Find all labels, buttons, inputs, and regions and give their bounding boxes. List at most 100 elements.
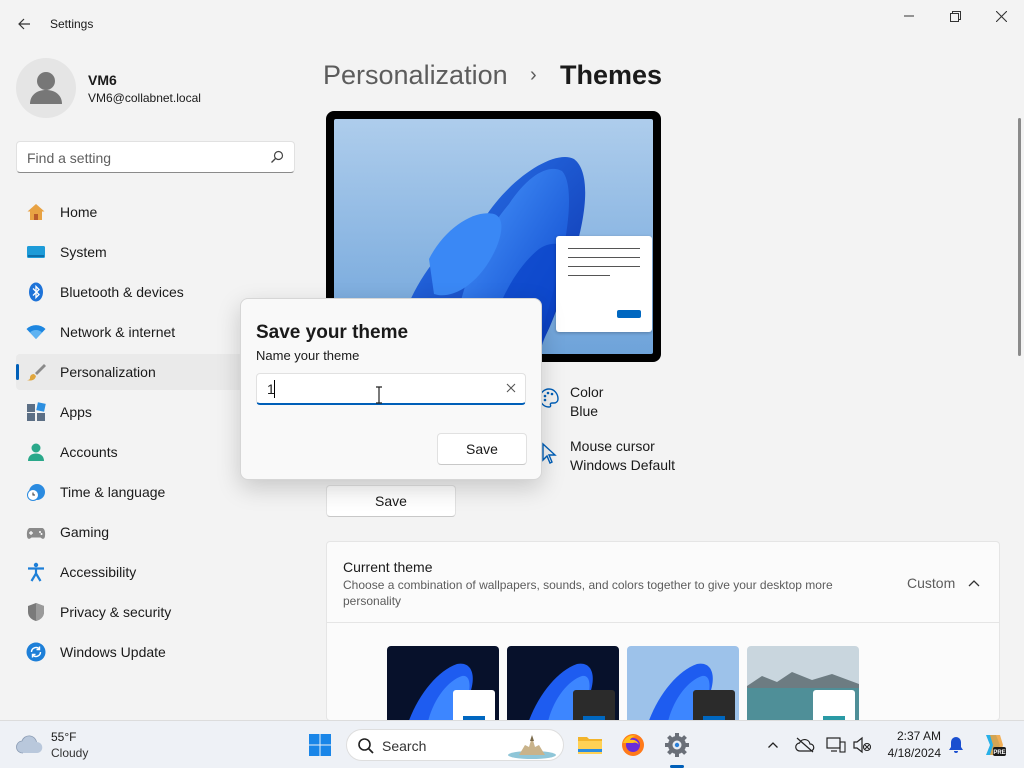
breadcrumb-parent[interactable]: Personalization: [323, 60, 508, 91]
sidebar-item-label: Accessibility: [60, 564, 137, 580]
file-explorer-button[interactable]: [576, 731, 604, 759]
weather-condition[interactable]: Cloudy: [51, 746, 88, 760]
sidebar-item-personalization[interactable]: Personalization: [16, 354, 276, 390]
dialog-title: Save your theme: [256, 322, 409, 343]
show-hidden-icons-button[interactable]: [763, 735, 783, 755]
dialog-save-button[interactable]: Save: [437, 433, 527, 465]
divider: [327, 622, 999, 623]
onedrive-button[interactable]: [795, 735, 815, 755]
current-theme-title: Current theme: [343, 559, 433, 575]
chevron-up-icon[interactable]: [967, 576, 981, 590]
clear-icon[interactable]: [505, 382, 517, 394]
sidebar-item-label: Gaming: [60, 524, 110, 540]
theme-thumbnail[interactable]: [747, 646, 859, 720]
system-icon: [27, 246, 45, 258]
search-placeholder: Find a setting: [27, 150, 112, 166]
brush-icon: [27, 364, 46, 381]
apps-icon: [27, 402, 46, 421]
monitor-network-icon: [826, 737, 846, 753]
bluetooth-icon: [29, 282, 43, 302]
sidebar-item-label: Apps: [60, 404, 92, 420]
current-theme-card: Current theme Choose a combination of wa…: [326, 541, 1000, 721]
update-icon: [26, 642, 46, 662]
save-theme-dialog: Save your theme Name your theme 1 Save: [240, 298, 542, 480]
search-input[interactable]: Find a setting: [16, 141, 295, 173]
taskbar-date[interactable]: 4/18/2024: [881, 746, 941, 760]
sidebar-item-label: Bluetooth & devices: [60, 284, 184, 300]
sidebar-item-gaming[interactable]: Gaming: [16, 514, 240, 550]
back-button[interactable]: [10, 10, 38, 38]
avatar[interactable]: [16, 58, 76, 118]
sidebar-item-label: System: [60, 244, 107, 260]
speaker-muted-icon: [853, 736, 872, 754]
sidebar-nav: Home System Bluetooth & devices Network …: [16, 194, 276, 674]
chevron-up-icon: [768, 742, 778, 748]
settings-app-button[interactable]: [663, 731, 691, 759]
volume-button[interactable]: [852, 735, 872, 755]
folder-icon: [578, 737, 602, 754]
sidebar-item-home[interactable]: Home: [16, 194, 240, 230]
taskbar-search-label: Search: [382, 738, 427, 754]
cloud-icon[interactable]: [16, 733, 44, 755]
theme-name-input[interactable]: 1: [256, 373, 526, 405]
firefox-button[interactable]: [619, 731, 647, 759]
bell-icon: [949, 737, 963, 753]
sidebar-item-apps[interactable]: Apps: [16, 394, 240, 430]
accounts-icon: [28, 443, 44, 461]
sidebar-item-time-language[interactable]: Time & language: [16, 474, 240, 510]
taskbar-time[interactable]: 2:37 AM: [893, 729, 941, 743]
sidebar-item-label: Accounts: [60, 444, 118, 460]
copilot-button[interactable]: PRE: [980, 732, 1006, 758]
sidebar-item-windows-update[interactable]: Windows Update: [16, 634, 240, 670]
mouse-cursor-title[interactable]: Mouse cursor: [570, 438, 655, 454]
sidebar-item-network[interactable]: Network & internet: [16, 314, 240, 350]
search-icon: [358, 738, 374, 754]
color-title[interactable]: Color: [570, 384, 603, 400]
theme-thumbnail[interactable]: [507, 646, 619, 720]
sidebar-item-label: Personalization: [60, 364, 156, 380]
user-name: VM6: [88, 72, 117, 88]
save-theme-button[interactable]: Save: [326, 485, 456, 517]
sidebar-item-accounts[interactable]: Accounts: [16, 434, 240, 470]
mouse-cursor-value: Windows Default: [570, 457, 676, 473]
copilot-icon: PRE: [986, 735, 1006, 756]
firefox-icon: [622, 734, 644, 756]
sidebar-item-accessibility[interactable]: Accessibility: [16, 554, 240, 590]
sidebar-item-privacy[interactable]: Privacy & security: [16, 594, 240, 630]
preview-window-sample: [556, 236, 652, 332]
theme-thumbnail[interactable]: [627, 646, 739, 720]
minimize-button[interactable]: [886, 0, 932, 32]
restore-button[interactable]: [932, 0, 978, 32]
current-theme-description: Choose a combination of wallpapers, soun…: [343, 578, 833, 608]
sidebar-item-bluetooth[interactable]: Bluetooth & devices: [16, 274, 240, 310]
back-arrow-icon: [18, 18, 30, 30]
weather-temp[interactable]: 55°F: [51, 730, 76, 744]
theme-thumbnail[interactable]: [387, 646, 499, 720]
taskbar-search[interactable]: Search: [346, 729, 564, 761]
network-button[interactable]: [826, 735, 846, 755]
restore-icon: [949, 10, 961, 22]
sidebar-item-label: Privacy & security: [60, 604, 172, 620]
scrollbar[interactable]: [1018, 118, 1021, 356]
cloud-offline-icon: [795, 737, 815, 753]
current-theme-value: Custom: [907, 575, 956, 591]
sidebar-item-label: Time & language: [60, 484, 166, 500]
home-icon: [27, 204, 45, 220]
gamepad-icon: [26, 528, 46, 539]
gear-icon: [665, 733, 689, 757]
user-email: VM6@collabnet.local: [88, 91, 201, 105]
dialog-label: Name your theme: [256, 348, 360, 363]
start-button[interactable]: [306, 731, 334, 759]
notifications-button[interactable]: [946, 735, 966, 755]
search-icon: [271, 150, 284, 163]
breadcrumb-separator: ›: [530, 64, 537, 86]
close-icon: [995, 10, 1007, 22]
close-button[interactable]: [978, 0, 1024, 32]
svg-text:PRE: PRE: [993, 750, 1005, 756]
taskbar: 55°F Cloudy Search 2:37 AM 4/18/2024 PRE: [0, 720, 1024, 768]
sidebar-item-system[interactable]: System: [16, 234, 240, 270]
windows-logo-icon: [309, 734, 331, 756]
user-silhouette-icon: [30, 72, 62, 104]
minimize-icon: [904, 15, 914, 17]
shield-icon: [28, 603, 44, 621]
